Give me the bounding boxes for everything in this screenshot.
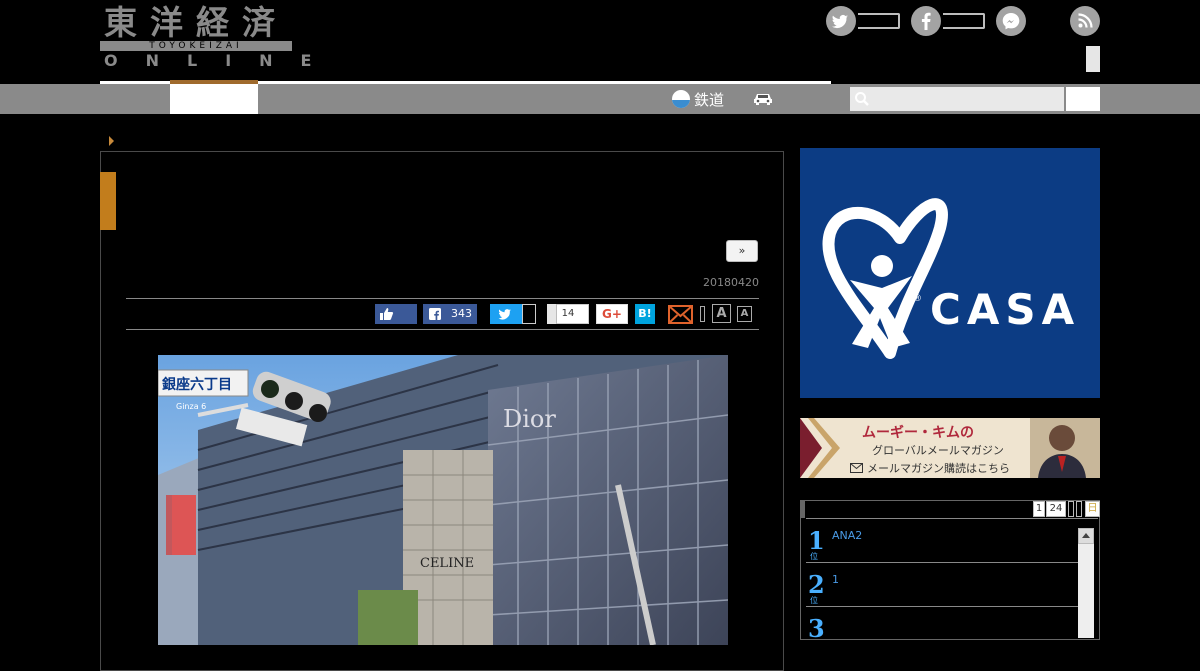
article-date: 20180420: [703, 276, 759, 289]
ranking-header-rule: [806, 518, 1098, 519]
envelope-icon: [850, 463, 863, 473]
logo-subtitle: TOYOKEIZAI: [149, 41, 243, 51]
google-plus-button[interactable]: G+: [596, 304, 628, 324]
facebook-like-count: [943, 13, 985, 29]
breadcrumb-arrow-icon: [109, 136, 114, 146]
facebook-like-button[interactable]: [375, 304, 417, 324]
pocket-count: 14: [561, 308, 575, 319]
ad-banner-subtitle: グローバルメールマガジン: [872, 444, 1004, 457]
article-photo: CELINE Dior 銀座六丁目 Ginza 6: [158, 355, 728, 645]
ad-banner-cta-label: メールマガジン購読はこちら: [867, 462, 1010, 475]
pocket-icon: [547, 304, 557, 324]
twitter-icon[interactable]: [826, 6, 856, 36]
facebook-share-count: 343: [451, 307, 472, 320]
share-bar-top-rule: [126, 298, 759, 299]
ranking-tab-daily[interactable]: 日: [1085, 501, 1100, 517]
nav-tab-active[interactable]: [170, 84, 258, 114]
ranking-separator: [806, 606, 1078, 607]
login-button[interactable]: [1086, 46, 1100, 72]
ranking-scrollbar[interactable]: [1078, 528, 1094, 638]
facebook-share-button[interactable]: 343: [423, 304, 477, 324]
ranking-rank-suffix: 位: [810, 596, 818, 605]
facebook-icon[interactable]: [911, 6, 941, 36]
ad-casa-text: CASA: [930, 285, 1080, 334]
font-size-small-button[interactable]: A: [737, 306, 752, 322]
ad-banner-cta: メールマガジン購読はこちら: [850, 460, 1010, 476]
twitter-share-button[interactable]: [490, 304, 522, 324]
ranking-tab-24[interactable]: 24: [1046, 501, 1066, 517]
print-button[interactable]: [700, 306, 705, 322]
ranking-tab-3[interactable]: [1068, 501, 1074, 517]
logo-online[interactable]: ONLINE: [104, 51, 339, 71]
ad-casa[interactable]: ® CASA: [800, 148, 1100, 398]
ad-casa-registered-mark: ®: [913, 294, 922, 304]
twitter-follow-count: [858, 13, 900, 29]
article-title-accent: [100, 172, 116, 230]
next-page-button[interactable]: »: [726, 240, 758, 262]
site-logo[interactable]: 東洋経済: [104, 4, 288, 42]
train-icon: [672, 90, 690, 108]
nav-item-rail[interactable]: 鉄道: [672, 86, 724, 112]
photo-brand-celine: CELINE: [420, 556, 474, 571]
photo-brand-dior: Dior: [503, 405, 556, 433]
ranking-tab-4[interactable]: [1076, 501, 1082, 517]
search-input[interactable]: [850, 87, 1064, 111]
photo-street-sign-sub: Ginza 6: [176, 402, 206, 411]
search-button[interactable]: [1066, 87, 1100, 111]
messenger-icon[interactable]: [996, 6, 1026, 36]
car-icon[interactable]: [752, 90, 774, 106]
ranking-item-2[interactable]: 1: [832, 573, 839, 586]
ranking-header-accent: [800, 500, 805, 518]
font-size-large-button[interactable]: A: [712, 304, 731, 323]
ranking-rank-3: 3: [808, 614, 825, 643]
ranking-tab-1[interactable]: 1: [1033, 501, 1045, 517]
ad-banner-title: ムーギー・キムの: [862, 425, 974, 441]
rss-icon[interactable]: [1070, 6, 1100, 36]
ad-mail-magazine[interactable]: ムーギー・キムの グローバルメールマガジン メールマガジン購読はこちら: [800, 418, 1100, 478]
nav-item-rail-label: 鉄道: [694, 90, 725, 109]
ranking-separator: [806, 562, 1078, 563]
hatena-bookmark-button[interactable]: B!: [635, 304, 655, 324]
search-icon: [854, 91, 870, 107]
photo-street-sign: 銀座六丁目: [162, 376, 232, 393]
ranking-item-1[interactable]: ANA2: [832, 529, 862, 542]
mail-icon[interactable]: [668, 305, 693, 324]
ranking-widget: [800, 500, 1100, 640]
ranking-rank-suffix: 位: [810, 552, 818, 561]
share-bar-bottom-rule: [126, 329, 759, 330]
twitter-share-count: [522, 304, 536, 324]
scroll-up-arrow-icon[interactable]: [1078, 528, 1094, 544]
